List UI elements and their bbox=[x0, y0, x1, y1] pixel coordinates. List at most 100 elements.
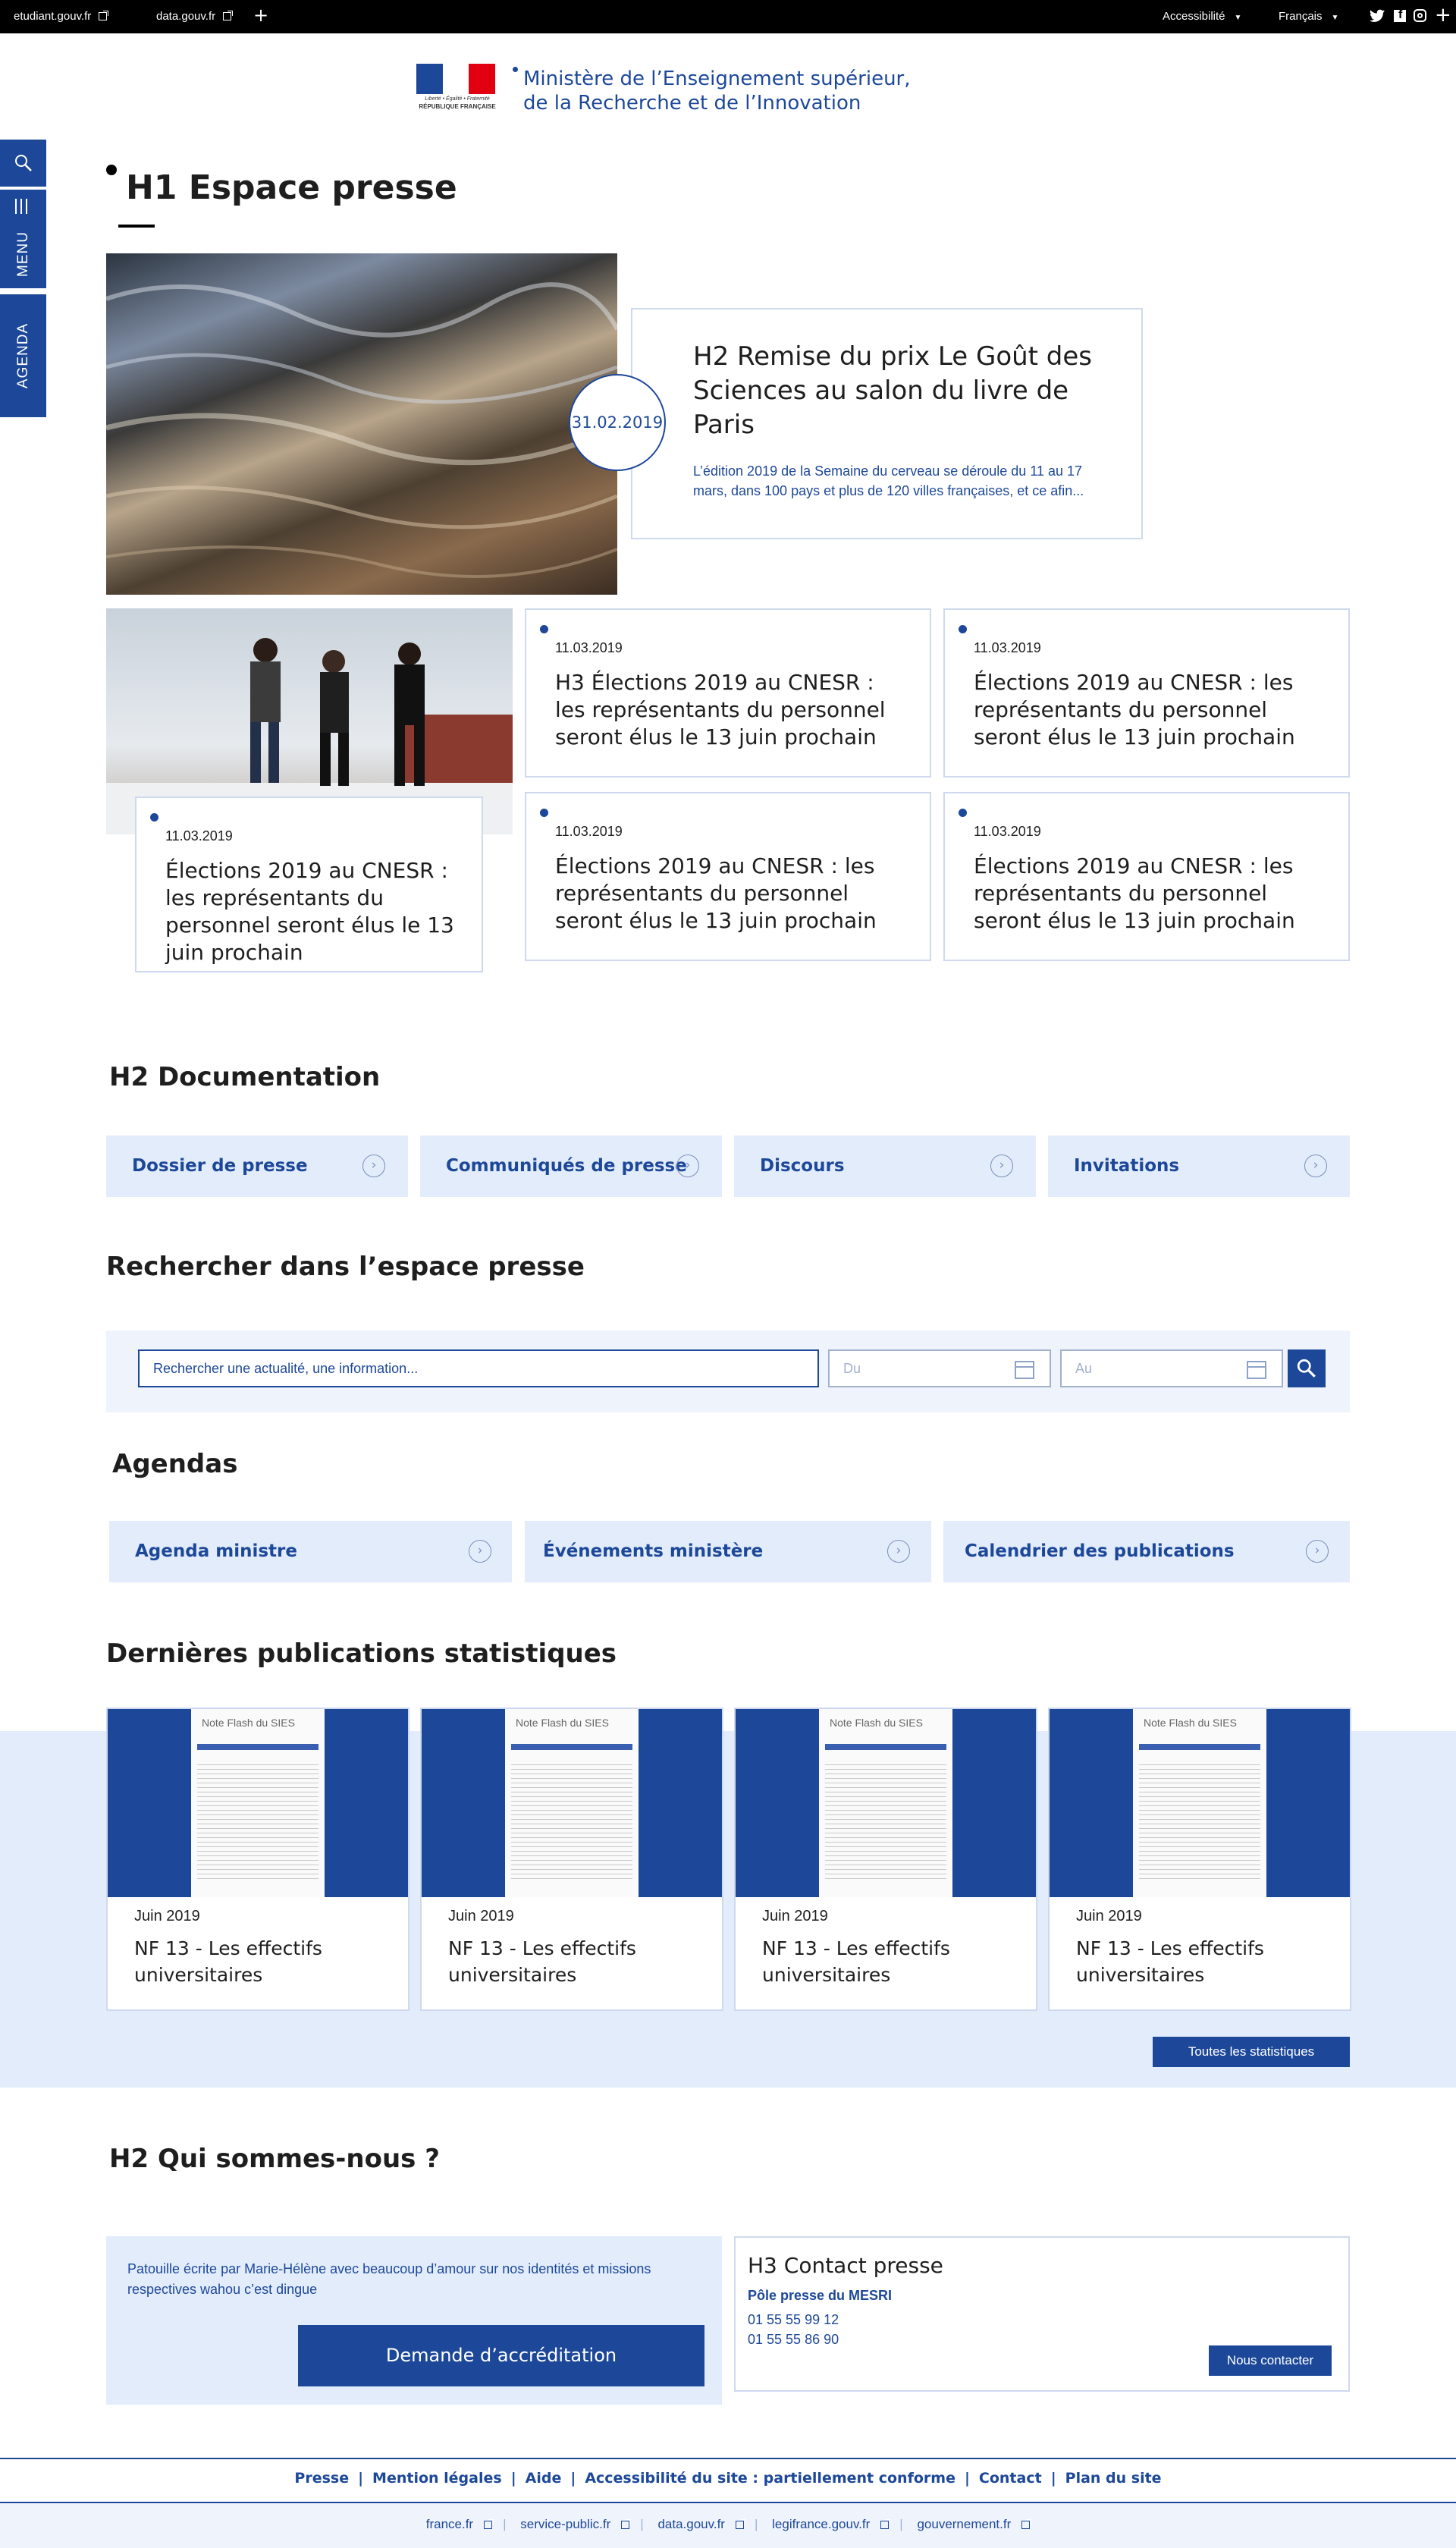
chevron-right-icon: › bbox=[1306, 1540, 1329, 1563]
bullet-dot bbox=[540, 809, 548, 817]
contact-panel: H3 Contact presse Pôle presse du MESRI 0… bbox=[734, 2236, 1350, 2392]
news-title: Élections 2019 au CNESR : les représenta… bbox=[974, 853, 1295, 933]
logo-motto: Liberté • Égalité • Fraternité bbox=[425, 96, 490, 102]
twitter-icon[interactable] bbox=[1370, 9, 1385, 23]
news-date: 11.03.2019 bbox=[555, 824, 623, 839]
about-panel: Patouille écrite par Marie-Hélène avec b… bbox=[106, 2236, 722, 2405]
news-title: H3 Élections 2019 au CNESR : les représe… bbox=[555, 670, 886, 749]
search-submit-button[interactable] bbox=[1288, 1349, 1326, 1387]
search-input-field[interactable] bbox=[140, 1351, 817, 1386]
contact-phone-1[interactable]: 01 55 55 99 12 bbox=[748, 2312, 839, 2328]
publication-date: Juin 2019 bbox=[134, 1908, 200, 1924]
gov-links-bar: france.fr | service-public.fr | data.gouv.… bbox=[0, 2503, 1456, 2548]
caret-down-icon: ▼ bbox=[1234, 14, 1242, 22]
about-title: H2 Qui sommes-nous ? bbox=[109, 2144, 440, 2174]
doc-button-invitations[interactable]: Invitations › bbox=[1048, 1136, 1350, 1197]
featured-excerpt: L’édition 2019 de la Semaine du cerveau … bbox=[693, 463, 1084, 498]
publication-title: NF 13 - Les effectifs universitaires bbox=[134, 1937, 322, 1986]
gov-link-service-public[interactable]: service-public.fr bbox=[520, 2517, 632, 2531]
search-input[interactable] bbox=[138, 1349, 819, 1387]
date-from-field[interactable] bbox=[828, 1349, 1051, 1387]
accessibility-dropdown[interactable]: Accessibilité ▼ bbox=[1163, 10, 1241, 23]
instagram-icon[interactable] bbox=[1414, 9, 1426, 22]
news-card[interactable]: 11.03.2019 Élections 2019 au CNESR : les… bbox=[135, 796, 483, 972]
news-date: 11.03.2019 bbox=[165, 828, 233, 844]
date-to-field[interactable] bbox=[1060, 1349, 1283, 1387]
gov-link-gouvernement[interactable]: gouvernement.fr bbox=[917, 2517, 1032, 2531]
contact-phone-2[interactable]: 01 55 55 86 90 bbox=[748, 2332, 839, 2348]
featured-card[interactable]: H2 Remise du prix Le Goût des Sciences a… bbox=[631, 308, 1143, 539]
publication-thumbnail: Note Flash du SIES bbox=[422, 1709, 722, 1897]
publication-card[interactable]: Note Flash du SIES Juin 2019 NF 13 - Les… bbox=[1048, 1708, 1351, 2011]
plus-icon[interactable]: + bbox=[1435, 5, 1451, 26]
doc-button-discours[interactable]: Discours › bbox=[734, 1136, 1036, 1197]
all-statistics-button[interactable]: Toutes les statistiques bbox=[1153, 2037, 1350, 2067]
chevron-right-icon: › bbox=[1304, 1155, 1327, 1177]
topbar-link-data[interactable]: data.gouv.fr bbox=[156, 10, 234, 23]
footer-links: Presse | Mention légales | Aide | Accessibilit… bbox=[294, 2470, 1162, 2487]
doc-button-communiques[interactable]: Communiqués de presse › bbox=[420, 1136, 722, 1197]
agenda-button-calendrier[interactable]: Calendrier des publications › bbox=[943, 1521, 1350, 1582]
topbar-link-etudiant[interactable]: etudiant.gouv.fr bbox=[14, 10, 109, 23]
publication-card[interactable]: Note Flash du SIES Juin 2019 NF 13 - Les… bbox=[734, 1708, 1037, 2011]
featured-image[interactable] bbox=[106, 253, 617, 595]
publication-thumbnail: Note Flash du SIES bbox=[1050, 1709, 1350, 1897]
calendar-icon[interactable] bbox=[1247, 1361, 1266, 1379]
agenda-button-ministre[interactable]: Agenda ministre › bbox=[109, 1521, 512, 1582]
bullet-dot bbox=[959, 809, 967, 817]
news-card[interactable]: 11.03.2019 Élections 2019 au CNESR : les… bbox=[943, 608, 1350, 778]
news-date: 11.03.2019 bbox=[974, 824, 1041, 839]
publication-title: NF 13 - Les effectifs universitaires bbox=[1076, 1937, 1264, 1986]
publication-card[interactable]: Note Flash du SIES Juin 2019 NF 13 - Les… bbox=[106, 1708, 410, 2011]
contact-button[interactable]: Nous contacter bbox=[1209, 2345, 1332, 2376]
republique-francaise-logo[interactable]: Liberté • Égalité • Fraternité RÉPUBLIQU… bbox=[416, 64, 498, 115]
footer-link-mentions[interactable]: Mention légales bbox=[372, 2470, 502, 2487]
footer-link-plan[interactable]: Plan du site bbox=[1065, 2470, 1162, 2487]
footer-link-contact[interactable]: Contact bbox=[979, 2470, 1042, 2487]
external-link-icon bbox=[99, 11, 109, 20]
ministry-name[interactable]: Ministère de l’Enseignement supérieur, d… bbox=[523, 67, 911, 115]
caret-down-icon: ▼ bbox=[1331, 14, 1339, 22]
title-underline bbox=[118, 225, 155, 228]
search-icon bbox=[1297, 1359, 1316, 1378]
thumb-label: Note Flash du SIES bbox=[830, 1717, 923, 1729]
footer-link-aide[interactable]: Aide bbox=[526, 2470, 562, 2487]
calendar-icon[interactable] bbox=[1015, 1361, 1034, 1379]
publication-card[interactable]: Note Flash du SIES Juin 2019 NF 13 - Les… bbox=[420, 1708, 723, 2011]
language-dropdown[interactable]: Français ▼ bbox=[1279, 10, 1338, 23]
agenda-label: AGENDA bbox=[14, 322, 31, 389]
menu-side-button[interactable]: MENU bbox=[0, 190, 46, 288]
plus-icon[interactable]: + bbox=[253, 5, 268, 26]
publication-date: Juin 2019 bbox=[1076, 1908, 1142, 1924]
footer-link-presse[interactable]: Presse bbox=[294, 2470, 349, 2487]
flag-logo bbox=[416, 64, 496, 94]
hamburger-icon bbox=[15, 199, 29, 214]
gov-link-data[interactable]: data.gouv.fr bbox=[657, 2517, 745, 2531]
gov-link-legifrance[interactable]: legifrance.gouv.fr bbox=[772, 2517, 891, 2531]
accreditation-button[interactable]: Demande d’accréditation bbox=[298, 2325, 704, 2386]
footer-divider bbox=[0, 2458, 1456, 2459]
chevron-right-icon: › bbox=[676, 1155, 699, 1177]
publication-title: NF 13 - Les effectifs universitaires bbox=[762, 1937, 950, 1986]
documentation-title: H2 Documentation bbox=[109, 1062, 381, 1092]
bullet-dot bbox=[150, 813, 158, 822]
facebook-icon[interactable]: f bbox=[1394, 8, 1406, 22]
chevron-right-icon: › bbox=[469, 1540, 491, 1563]
doc-button-dossier[interactable]: Dossier de presse › bbox=[106, 1136, 408, 1197]
news-card[interactable]: 11.03.2019 H3 Élections 2019 au CNESR : … bbox=[525, 608, 931, 778]
agenda-side-button[interactable]: AGENDA bbox=[0, 294, 46, 417]
search-side-button[interactable] bbox=[0, 140, 46, 187]
publication-thumbnail: Note Flash du SIES bbox=[108, 1709, 408, 1897]
agenda-button-evenements[interactable]: Événements ministère › bbox=[525, 1521, 931, 1582]
external-link-icon bbox=[223, 11, 234, 20]
news-title: Élections 2019 au CNESR : les représenta… bbox=[165, 858, 454, 965]
news-card[interactable]: 11.03.2019 Élections 2019 au CNESR : les… bbox=[525, 792, 931, 961]
chevron-right-icon: › bbox=[990, 1155, 1013, 1177]
publication-title: NF 13 - Les effectifs universitaires bbox=[448, 1937, 636, 1986]
news-card[interactable]: 11.03.2019 Élections 2019 au CNESR : les… bbox=[943, 792, 1350, 961]
thumb-label: Note Flash du SIES bbox=[202, 1717, 295, 1729]
gov-link-france[interactable]: france.fr bbox=[426, 2517, 494, 2531]
top-bar: etudiant.gouv.fr data.gouv.fr + Accessib… bbox=[0, 0, 1456, 33]
footer-link-accessibilite[interactable]: Accessibilité du site : partiellement co… bbox=[585, 2470, 956, 2487]
news-date: 11.03.2019 bbox=[974, 640, 1041, 655]
